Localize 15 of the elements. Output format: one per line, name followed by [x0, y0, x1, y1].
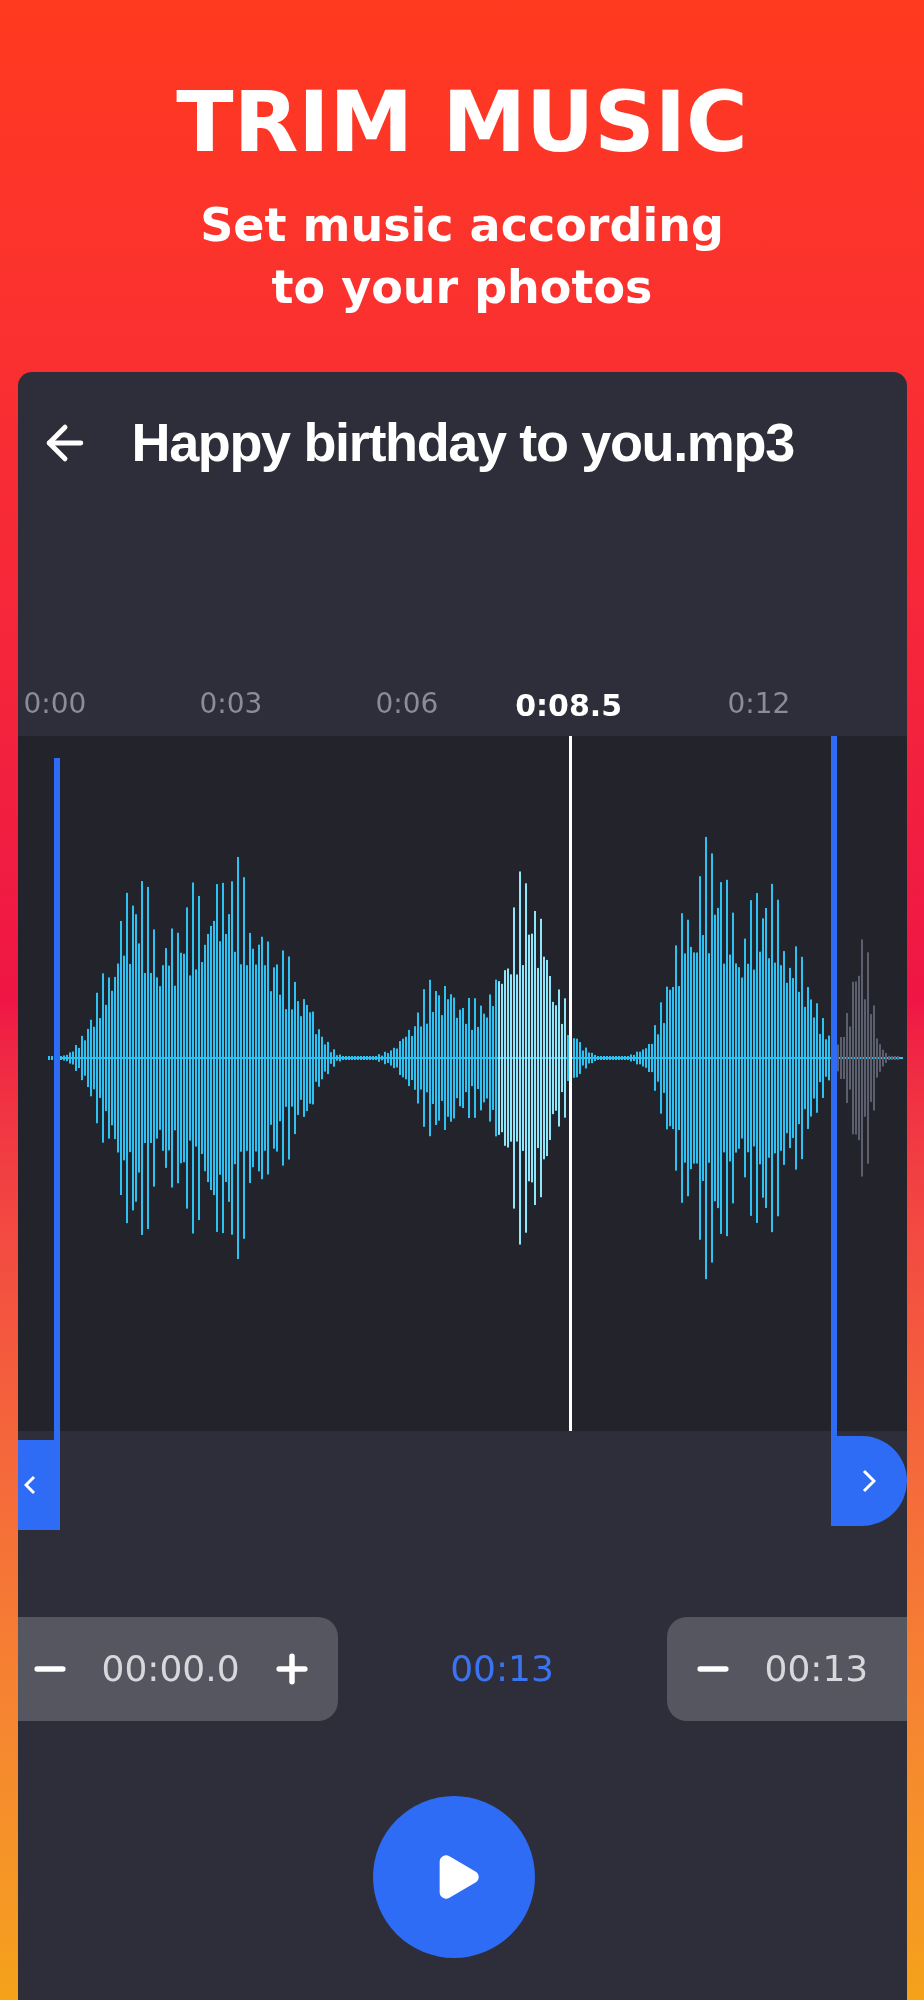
- time-tick: 0:12: [727, 686, 791, 722]
- start-time: 00:00.0: [101, 1647, 240, 1691]
- time-tick: 0:00: [23, 686, 87, 722]
- time-tick: 0:03: [199, 686, 263, 722]
- screen-title: Happy birthday to you.mp3: [131, 411, 794, 474]
- chevron-left-icon: [23, 1475, 36, 1495]
- end-time: 00:13: [764, 1647, 869, 1691]
- time-tick: 0:06: [375, 686, 439, 722]
- trim-end-handle[interactable]: [830, 736, 907, 1526]
- playhead-time: 0:08.5: [515, 687, 623, 725]
- chevron-right-icon: [861, 1469, 876, 1493]
- trim-start-handle[interactable]: [17, 758, 60, 1530]
- headline: TRIM MUSIC: [176, 80, 748, 164]
- duration: 00:13: [450, 1647, 554, 1691]
- subtitle: Set music according to your photos: [199, 197, 725, 316]
